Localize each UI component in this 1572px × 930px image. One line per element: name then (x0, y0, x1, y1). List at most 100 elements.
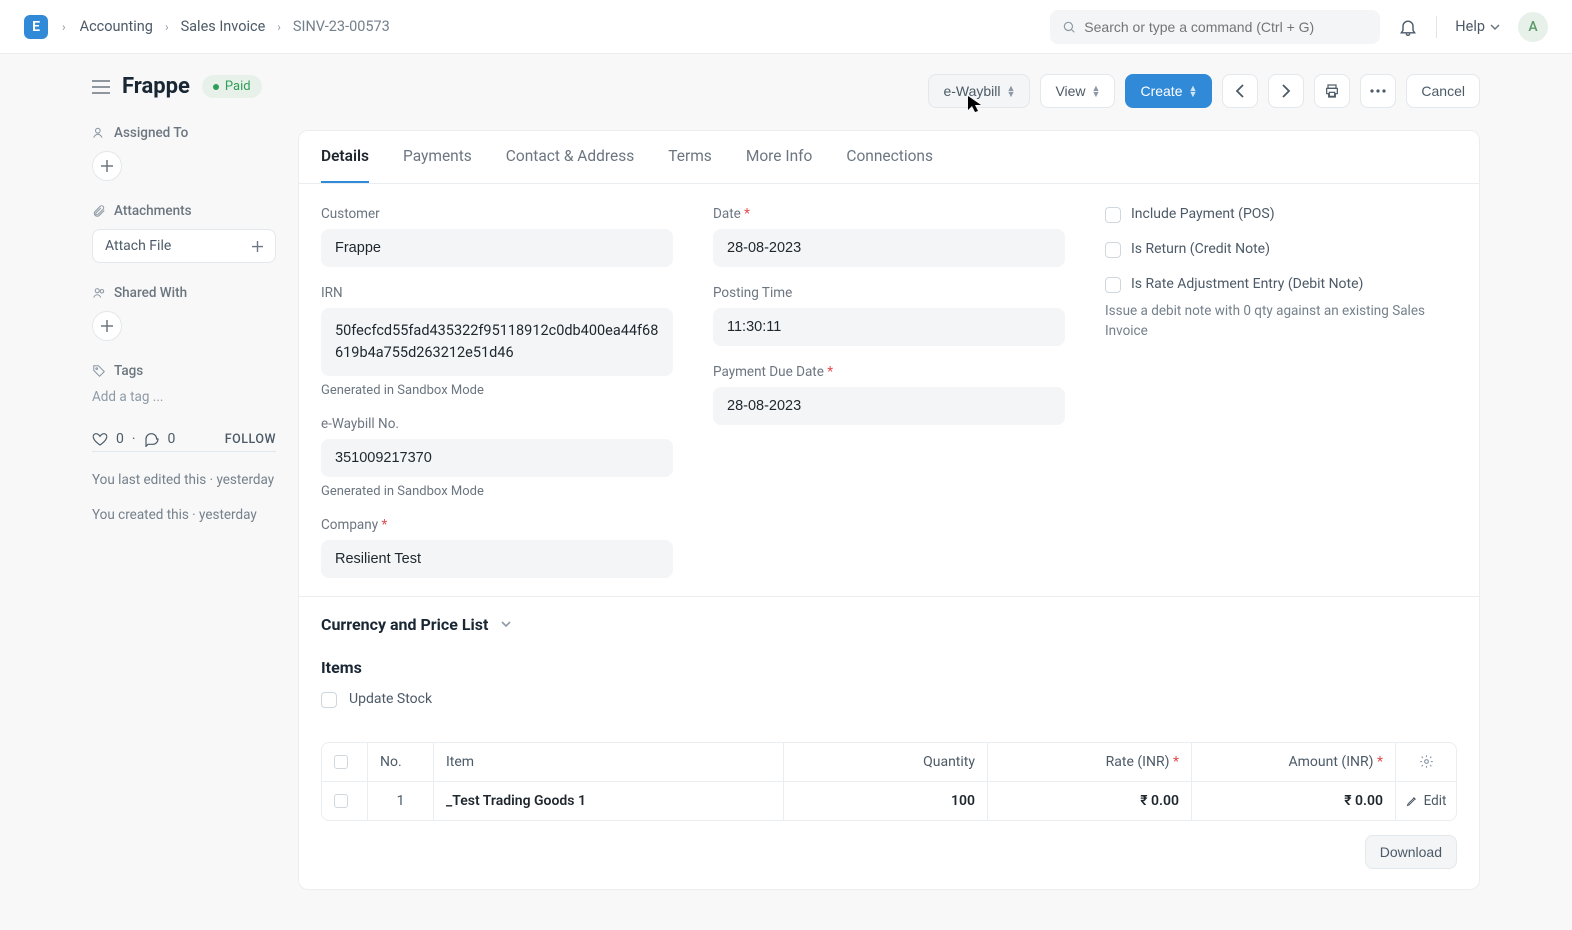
sort-icon: ▲▼ (1188, 85, 1197, 97)
update-stock-checkbox[interactable] (321, 692, 337, 708)
items-table: No. Item Quantity Rate (INR) * Amount (I… (321, 742, 1457, 821)
customer-field[interactable] (321, 229, 673, 267)
prev-doc-button[interactable] (1222, 74, 1258, 108)
rate-adjustment-label: Is Rate Adjustment Entry (Debit Note) (1131, 276, 1363, 292)
download-label: Download (1380, 844, 1442, 860)
table-row[interactable]: 1 _Test Trading Goods 1 100 ₹ 0.00 ₹ 0.0… (322, 782, 1456, 820)
help-menu[interactable]: Help (1455, 18, 1500, 35)
breadcrumb: Accounting › Sales Invoice › SINV-23-005… (80, 18, 390, 35)
created-text: You created this · yesterday (92, 505, 276, 526)
user-icon (92, 126, 106, 140)
top-navbar: E › Accounting › Sales Invoice › SINV-23… (0, 0, 1572, 54)
tab-contact-address[interactable]: Contact & Address (506, 131, 634, 183)
row-item[interactable]: _Test Trading Goods 1 (434, 782, 784, 820)
ewaybill-no-field[interactable] (321, 439, 673, 477)
table-header-select (322, 743, 368, 782)
next-doc-button[interactable] (1268, 74, 1304, 108)
row-edit-button[interactable]: Edit (1406, 793, 1447, 809)
date-label: Date * (713, 206, 1065, 222)
ewaybill-no-label: e-Waybill No. (321, 416, 673, 432)
table-header-no: No. (368, 743, 434, 782)
sidebar: Frappe Paid Assigned To Attachments Atta… (0, 74, 298, 930)
update-stock-label: Update Stock (349, 691, 432, 707)
company-field[interactable] (321, 540, 673, 578)
search-input[interactable] (1084, 19, 1368, 35)
posting-time-field[interactable] (713, 308, 1065, 346)
page-toolbar: e-Waybill ▲▼ View ▲▼ Create ▲▼ (298, 74, 1480, 108)
attachments-label: Attachments (92, 203, 276, 219)
download-button[interactable]: Download (1365, 835, 1457, 869)
comment-icon[interactable] (144, 431, 160, 447)
like-follow-row: 0 · 0 FOLLOW (92, 431, 276, 447)
add-assignee-button[interactable] (92, 151, 122, 181)
currency-section-toggle[interactable]: Currency and Price List (299, 596, 1479, 648)
tab-payments[interactable]: Payments (403, 131, 472, 183)
sort-icon: ▲▼ (1007, 85, 1016, 97)
select-all-checkbox[interactable] (334, 755, 348, 769)
heart-icon[interactable] (92, 431, 108, 447)
comment-count: 0 (168, 431, 176, 447)
more-menu-button[interactable] (1360, 74, 1396, 108)
ellipsis-icon (1370, 89, 1386, 93)
irn-help: Generated in Sandbox Mode (321, 383, 673, 398)
tags-label: Tags (92, 363, 276, 379)
view-menu-button[interactable]: View ▲▼ (1040, 74, 1115, 108)
follow-button[interactable]: FOLLOW (225, 432, 276, 447)
dot-separator: · (132, 431, 136, 447)
row-select-checkbox[interactable] (334, 794, 348, 808)
irn-label: IRN (321, 285, 673, 301)
date-field[interactable] (713, 229, 1065, 267)
ewaybill-label: e-Waybill (943, 83, 1000, 99)
last-edited-text: You last edited this · yesterday (92, 470, 276, 491)
is-return-checkbox[interactable] (1105, 242, 1121, 258)
create-button[interactable]: Create ▲▼ (1125, 74, 1212, 108)
gear-icon[interactable] (1419, 754, 1434, 769)
breadcrumb-accounting[interactable]: Accounting (80, 18, 153, 35)
tab-connections[interactable]: Connections (846, 131, 933, 183)
notifications-button[interactable] (1398, 17, 1418, 37)
plus-icon (252, 241, 263, 252)
assigned-to-label: Assigned To (92, 125, 276, 141)
include-payment-checkbox[interactable] (1105, 207, 1121, 223)
rate-adjustment-help: Issue a debit note with 0 qty against an… (1105, 301, 1457, 342)
cancel-button[interactable]: Cancel (1406, 74, 1480, 108)
chevron-right-icon (1281, 84, 1291, 98)
row-qty[interactable]: 100 (784, 782, 988, 820)
currency-section-label: Currency and Price List (321, 615, 488, 634)
chevron-right-icon: › (277, 20, 281, 34)
form-area: Customer IRN 50fecfcd55fad435322f9511891… (299, 184, 1479, 596)
app-logo[interactable]: E (24, 15, 48, 39)
attach-file-button[interactable]: Attach File (92, 229, 276, 263)
tab-more-info[interactable]: More Info (746, 131, 813, 183)
rate-adjustment-checkbox[interactable] (1105, 277, 1121, 293)
table-header-amount: Amount (INR) * (1192, 743, 1396, 782)
plus-icon (101, 320, 113, 332)
items-section-label: Items (321, 658, 362, 677)
payment-due-label: Payment Due Date * (713, 364, 1065, 380)
row-rate[interactable]: ₹ 0.00 (988, 782, 1192, 820)
page-title: Frappe (122, 74, 190, 99)
sidebar-toggle-icon[interactable] (92, 80, 110, 94)
ewaybill-no-help: Generated in Sandbox Mode (321, 484, 673, 499)
user-avatar[interactable]: A (1518, 12, 1548, 42)
tab-details[interactable]: Details (321, 131, 369, 183)
pencil-icon (1406, 795, 1418, 807)
posting-time-label: Posting Time (713, 285, 1065, 301)
irn-field[interactable]: 50fecfcd55fad435322f95118912c0db400ea44f… (321, 308, 673, 376)
row-amount[interactable]: ₹ 0.00 (1192, 782, 1396, 820)
help-label: Help (1455, 18, 1485, 35)
tab-terms[interactable]: Terms (668, 131, 712, 183)
payment-due-field[interactable] (713, 387, 1065, 425)
divider (1436, 16, 1437, 38)
print-button[interactable] (1314, 74, 1350, 108)
table-header-rate: Rate (INR) * (988, 743, 1192, 782)
tag-input[interactable]: Add a tag ... (92, 389, 276, 405)
add-share-button[interactable] (92, 311, 122, 341)
company-label: Company * (321, 517, 673, 533)
main-content: e-Waybill ▲▼ View ▲▼ Create ▲▼ (298, 74, 1572, 930)
attach-file-label: Attach File (105, 238, 171, 254)
breadcrumb-sales-invoice[interactable]: Sales Invoice (181, 18, 266, 35)
global-search[interactable] (1050, 10, 1380, 44)
printer-icon (1324, 83, 1340, 99)
ewaybill-menu-button[interactable]: e-Waybill ▲▼ (928, 74, 1030, 108)
